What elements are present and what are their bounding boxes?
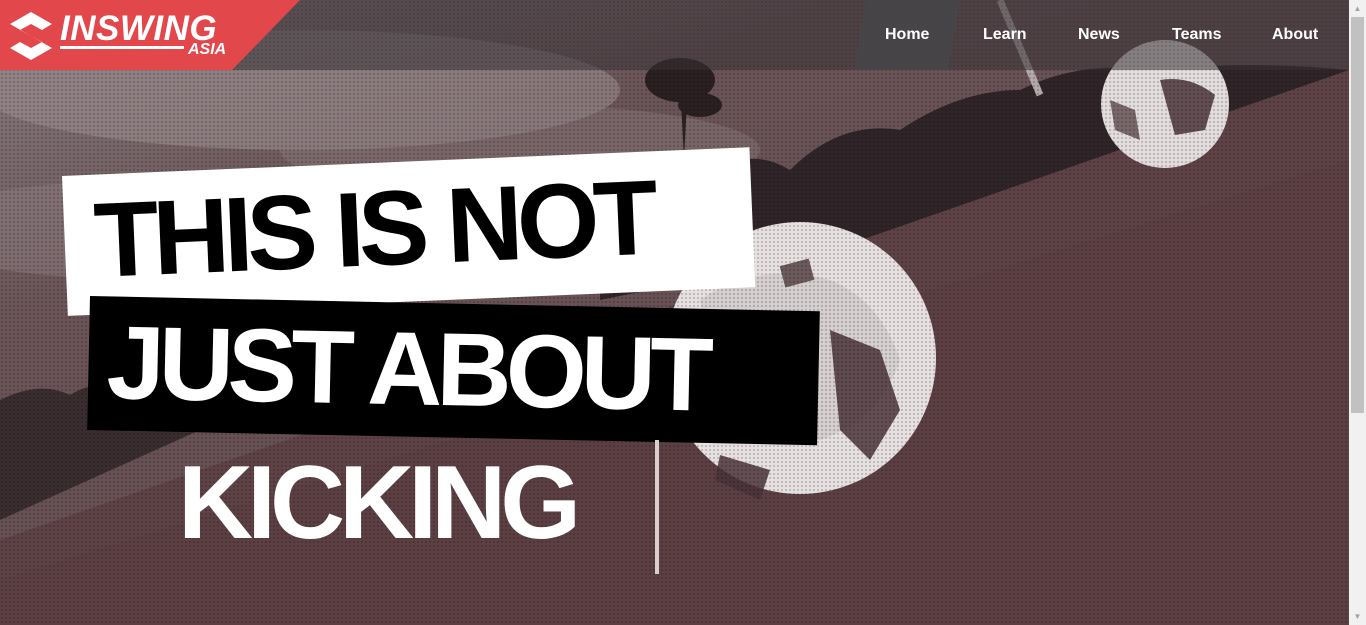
logo-underline bbox=[60, 46, 184, 49]
inswing-logo-icon bbox=[10, 12, 52, 60]
headline-line2: JUST ABOUT bbox=[105, 305, 709, 434]
headline-line3: KICKING bbox=[178, 445, 581, 561]
nav-item-home[interactable]: Home bbox=[885, 26, 929, 44]
nav-item-about[interactable]: About bbox=[1272, 26, 1318, 44]
nav-item-news[interactable]: News bbox=[1078, 26, 1120, 44]
scroll-down-arrow-icon[interactable]: ▼ bbox=[1349, 608, 1366, 625]
site-header: INSWING ASIA Home Learn News Teams About bbox=[0, 0, 1349, 70]
logo-subtitle: ASIA bbox=[188, 41, 227, 58]
typing-cursor bbox=[655, 440, 659, 574]
logo-link[interactable]: INSWING ASIA bbox=[0, 0, 300, 70]
headline-line1: THIS IS NOT bbox=[91, 158, 655, 300]
scrollbar-thumb[interactable] bbox=[1351, 17, 1364, 413]
nav-item-teams[interactable]: Teams bbox=[1172, 26, 1222, 44]
scroll-up-arrow-icon[interactable]: ▲ bbox=[1349, 0, 1366, 17]
nav-item-learn[interactable]: Learn bbox=[983, 26, 1027, 44]
page-scrollbar[interactable]: ▲ ▼ bbox=[1349, 0, 1366, 625]
